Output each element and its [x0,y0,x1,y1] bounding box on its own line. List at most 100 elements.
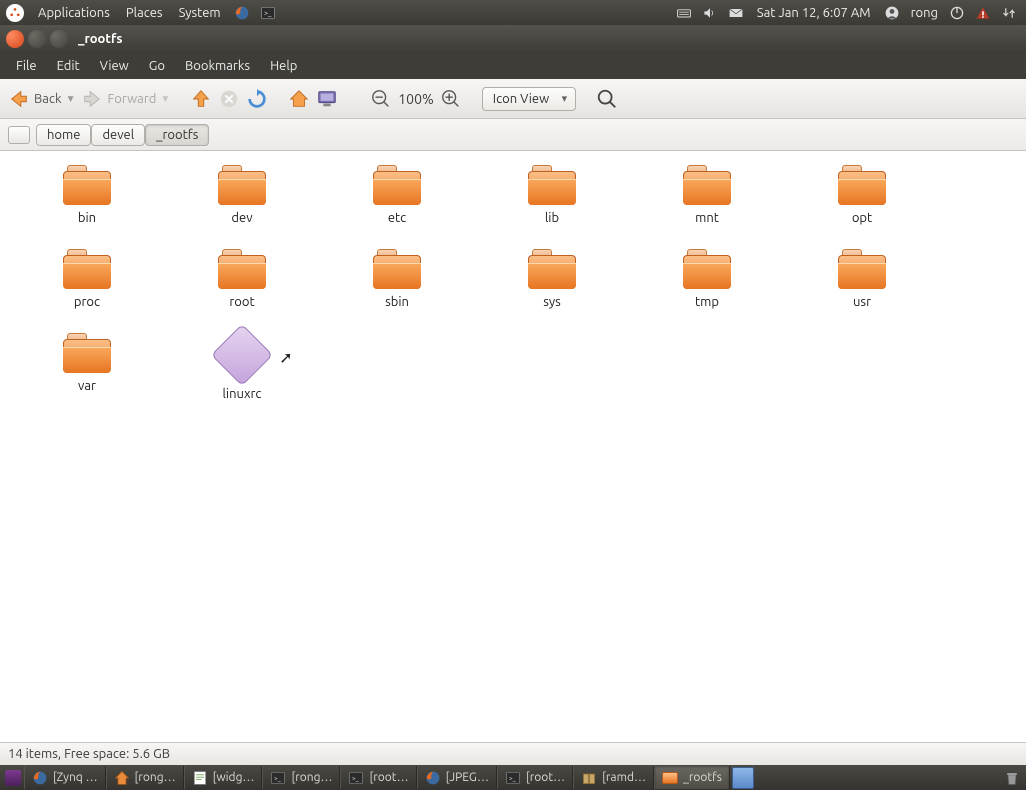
folder-item-opt[interactable]: opt [797,165,927,225]
toolbar: Back ▼ Forward ▼ 100% Icon View [0,79,1026,119]
breadcrumb-home[interactable]: home [36,124,91,146]
status-bar: 14 items, Free space: 5.6 GB [0,742,1026,765]
menu-go[interactable]: Go [139,59,175,73]
taskbar-item[interactable]: >_[rong… [262,766,340,789]
mail-indicator-icon[interactable] [726,5,746,21]
window-minimize-button[interactable] [28,30,46,48]
file-item-linuxrc[interactable]: ➚linuxrc [177,333,307,401]
zoom-out-button[interactable] [370,88,392,110]
menu-edit[interactable]: Edit [47,59,90,73]
window-titlebar[interactable]: _rootfs [0,25,1026,52]
drive-icon[interactable] [8,126,30,144]
file-view[interactable]: bin dev etc libmntopt proc root sbin sys tmp usr v… [0,151,1026,742]
breadcrumb-_rootfs[interactable]: _rootfs [145,124,209,146]
window-close-button[interactable] [6,30,24,48]
places-menu[interactable]: Places [118,6,171,20]
folder-item-sys[interactable]: sys [487,249,617,309]
clock[interactable]: Sat Jan 12, 6:07 AM [757,6,871,20]
network-icon[interactable] [999,5,1019,21]
folder-icon [63,333,111,373]
taskbar-label: [JPEG… [446,771,489,784]
folder-icon [63,249,111,289]
taskbar-label: [rong… [135,771,176,784]
folder-item-lib[interactable]: lib [487,165,617,225]
item-label: etc [388,211,406,225]
terminal-launcher-icon[interactable]: >_ [258,5,278,21]
item-label: dev [231,211,252,225]
svg-text:>_: >_ [509,775,517,782]
firefox-launcher-icon[interactable] [232,5,252,21]
menu-file[interactable]: File [6,59,47,73]
ubuntu-logo-icon[interactable] [6,4,24,22]
system-menu[interactable]: System [171,6,229,20]
taskbar-label: [Zynq … [53,771,98,784]
folder-item-var[interactable]: var [22,333,152,401]
item-label: linuxrc [223,387,262,401]
warning-indicator-icon[interactable] [973,5,993,21]
home-button[interactable] [288,88,310,110]
folder-icon [838,249,886,289]
zoom-in-button[interactable] [440,88,462,110]
item-label: tmp [695,295,719,309]
taskbar-item[interactable]: [JPEG… [417,766,497,789]
firefox-icon [32,770,48,786]
folder-icon [683,165,731,205]
item-label: var [78,379,96,393]
taskbar-label: [rong… [291,771,332,784]
search-button[interactable] [596,88,618,110]
folder-icon [218,165,266,205]
folder-item-usr[interactable]: usr [797,249,927,309]
taskbar-item[interactable]: [widg… [184,766,263,789]
window-maximize-button[interactable] [50,30,68,48]
breadcrumb-devel[interactable]: devel [91,124,145,146]
folder-icon [683,249,731,289]
folder-item-mnt[interactable]: mnt [642,165,772,225]
terminal-icon: >_ [348,770,364,786]
user-name[interactable]: rong [911,6,938,20]
taskbar-item[interactable]: [Zynq … [24,766,106,789]
folder-icon [218,249,266,289]
menu-bookmarks[interactable]: Bookmarks [175,59,260,73]
taskbar-label: [ramd… [602,771,646,784]
keyboard-indicator-icon[interactable] [674,5,694,21]
folder-item-etc[interactable]: etc [332,165,462,225]
computer-button[interactable] [316,88,338,110]
menu-help[interactable]: Help [260,59,307,73]
svg-text:>_: >_ [264,9,272,17]
folder-item-root[interactable]: root [177,249,307,309]
folder-item-proc[interactable]: proc [22,249,152,309]
path-bar: homedevel_rootfs [0,119,1026,151]
svg-text:>_: >_ [352,775,360,782]
folder-item-dev[interactable]: dev [177,165,307,225]
item-label: proc [74,295,100,309]
user-indicator-icon[interactable] [882,5,902,21]
back-label: Back [34,92,62,106]
applications-menu[interactable]: Applications [30,6,118,20]
folder-icon [373,165,421,205]
trash-icon[interactable] [1004,770,1020,786]
folder-item-sbin[interactable]: sbin [332,249,462,309]
menu-view[interactable]: View [90,59,139,73]
folder-item-bin[interactable]: bin [22,165,152,225]
stop-button [218,88,240,110]
power-icon[interactable] [947,5,967,21]
forward-button[interactable]: Forward ▼ [81,88,170,110]
status-text: 14 items, Free space: 5.6 GB [8,747,170,761]
up-button[interactable] [190,88,212,110]
taskbar-item[interactable]: >_[root… [497,766,573,789]
show-desktop-icon[interactable] [5,770,21,786]
item-label: sbin [385,295,409,309]
item-label: sys [543,295,561,309]
taskbar-item[interactable]: >_[root… [340,766,416,789]
window-title: _rootfs [78,32,122,46]
folder-item-tmp[interactable]: tmp [642,249,772,309]
view-mode-select[interactable]: Icon View [482,87,576,111]
reload-button[interactable] [246,88,268,110]
volume-icon[interactable] [700,5,720,21]
taskbar-label: _rootfs [683,771,722,784]
taskbar-item[interactable]: [ramd… [573,766,654,789]
taskbar-item[interactable]: [rong… [106,766,184,789]
forward-label: Forward [107,92,156,106]
taskbar-item[interactable]: _rootfs [654,766,730,789]
back-button[interactable]: Back ▼ [8,88,75,110]
